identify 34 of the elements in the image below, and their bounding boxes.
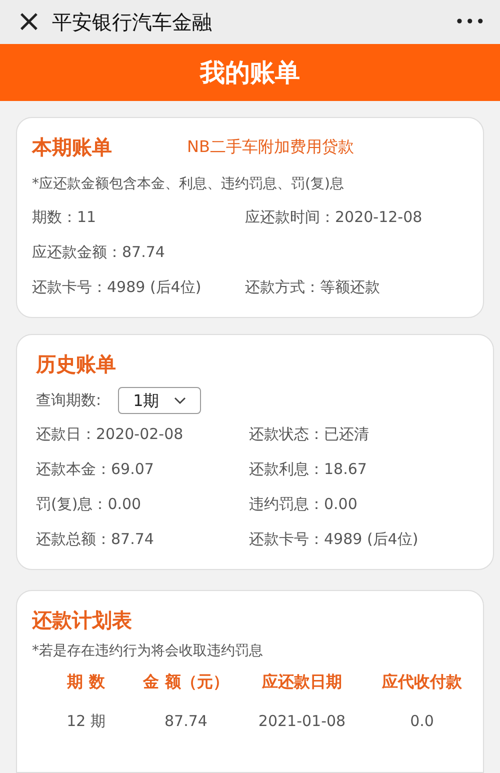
table-cell-text: 2021-01-08 bbox=[257, 711, 347, 732]
info-text: 违约罚息：0.00 bbox=[249, 494, 358, 514]
info-text: 期数：11 bbox=[32, 207, 96, 227]
table-cell-text: 12 期 bbox=[66, 711, 106, 732]
chevron-down-icon bbox=[174, 396, 186, 404]
section-title: 本期账单 bbox=[32, 134, 113, 161]
info-text: 应还款金额：87.74 bbox=[32, 242, 165, 262]
query-label: 查询期数: bbox=[36, 390, 102, 412]
info-text: 还款总额：87.74 bbox=[36, 529, 154, 549]
table-cell-text: 87.74 bbox=[164, 711, 208, 732]
note-text: *若是存在违约行为将会收取违约罚息 bbox=[32, 642, 264, 661]
window-title: 平安银行汽车金融 bbox=[52, 9, 212, 36]
product-name: NB二手车附加费用贷款 bbox=[187, 136, 354, 158]
column-header: 应代收付款 bbox=[380, 671, 463, 693]
period-dropdown[interactable]: 1期 bbox=[118, 387, 202, 414]
info-text: 还款利息：18.67 bbox=[249, 459, 367, 479]
column-header: 期 数 bbox=[66, 671, 106, 693]
column-header: 金 额（元） bbox=[142, 671, 230, 693]
section-title: 还款计划表 bbox=[32, 608, 132, 632]
info-text: 还款方式：等额还款 bbox=[245, 277, 380, 297]
info-text: 还款日：2020-02-08 bbox=[36, 424, 184, 444]
info-text: 还款卡号：4989 (后4位) bbox=[32, 277, 202, 297]
info-text: 罚(复)息：0.00 bbox=[36, 494, 142, 514]
page-title: 我的账单 bbox=[200, 56, 300, 89]
info-text: 还款本金：69.07 bbox=[36, 459, 154, 479]
table-cell-text: 0.0 bbox=[409, 711, 435, 732]
info-text: 还款状态：已还清 bbox=[249, 424, 369, 444]
close-button[interactable]: × bbox=[14, 7, 44, 37]
more-button[interactable]: ••• bbox=[454, 10, 486, 34]
section-title: 历史账单 bbox=[36, 352, 116, 376]
info-text: 应还款时间：2020-12-08 bbox=[245, 207, 422, 227]
info-text: 还款卡号：4989 (后4位) bbox=[249, 529, 418, 549]
column-header: 应还款日期 bbox=[260, 671, 343, 693]
note-text: *应还款金额包含本金、利息、违约罚息、罚(复)息 bbox=[32, 175, 345, 194]
